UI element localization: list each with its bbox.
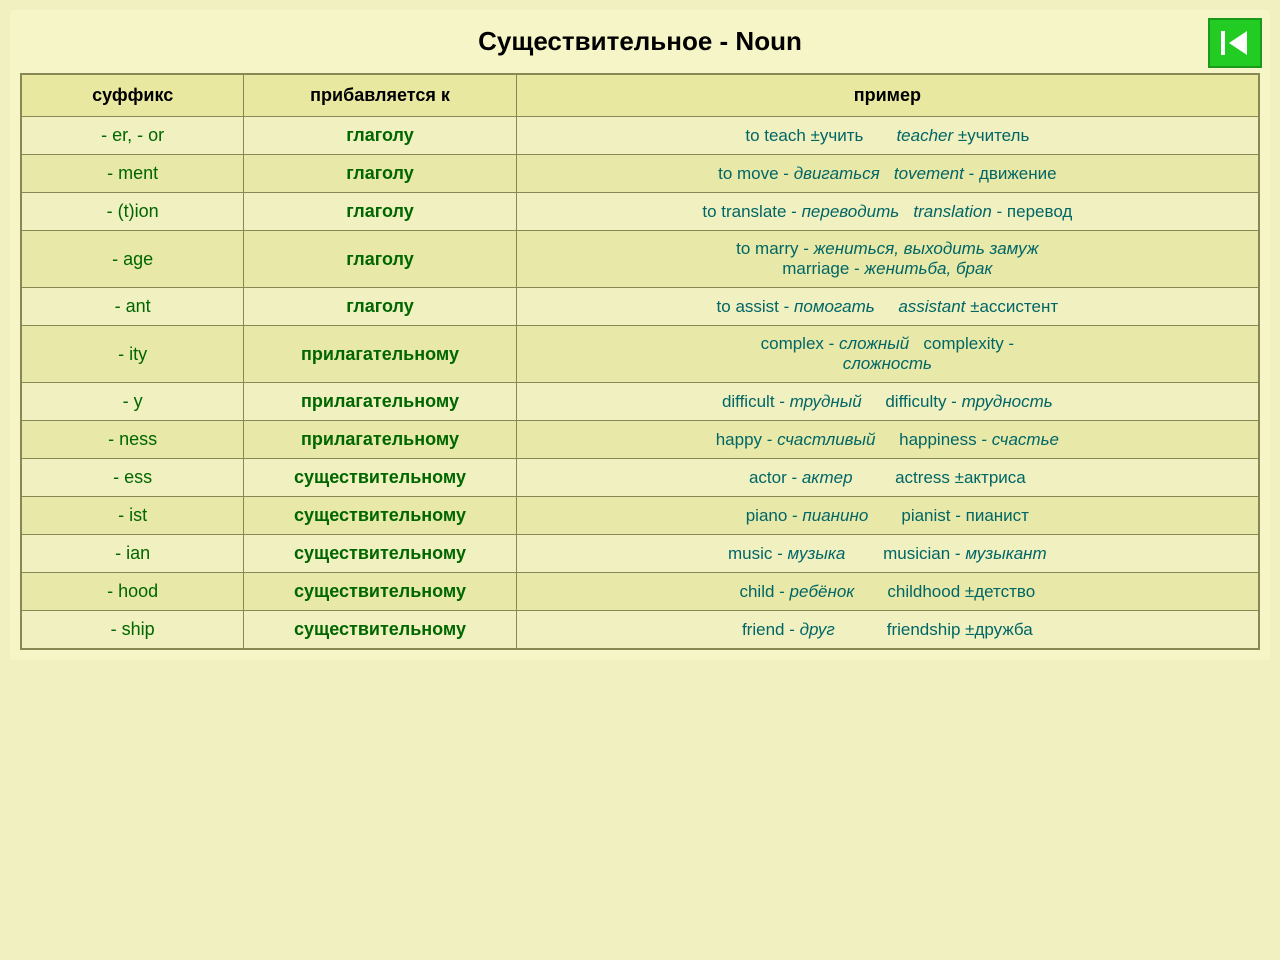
added-to-cell: глаголу [244,288,516,326]
table-row: - ianсуществительномуmusic - музыка musi… [21,535,1259,573]
page-wrapper: Существительное - Noun суффикс прибавляе… [10,10,1270,660]
example-cell: complex - сложный complexity -сложность [516,326,1259,383]
page-title: Существительное - Noun [20,20,1260,63]
suffix-cell: - ess [21,459,244,497]
example-cell: friend - друг friendship ±дружба [516,611,1259,650]
table-row: - nessприлагательномуhappy - счастливый … [21,421,1259,459]
suffix-cell: - ment [21,155,244,193]
example-cell: music - музыка musician - музыкант [516,535,1259,573]
example-cell: child - ребёнок childhood ±детство [516,573,1259,611]
table-row: - antглаголуto assist - помогать assista… [21,288,1259,326]
header-suffix: суффикс [21,74,244,117]
added-to-cell: прилагательному [244,383,516,421]
added-to-cell: глаголу [244,231,516,288]
added-to-cell: существительному [244,611,516,650]
suffix-cell: - ist [21,497,244,535]
example-cell: to marry - жениться, выходить замужmarri… [516,231,1259,288]
suffix-cell: - hood [21,573,244,611]
added-to-cell: глаголу [244,193,516,231]
header-example: пример [516,74,1259,117]
table-row: - er, - orглаголуto teach ±учить teacher… [21,117,1259,155]
table-row: - hoodсуществительномуchild - ребёнок ch… [21,573,1259,611]
back-icon[interactable] [1208,18,1262,68]
example-cell: actor - актер actress ±актриса [516,459,1259,497]
added-to-cell: прилагательному [244,421,516,459]
example-cell: to move - двигаться tovement - движение [516,155,1259,193]
example-cell: to teach ±учить teacher ±учитель [516,117,1259,155]
table-row: - shipсуществительномуfriend - друг frie… [21,611,1259,650]
suffix-cell: - ness [21,421,244,459]
table-row: - (t)ionглаголуto translate - переводить… [21,193,1259,231]
table-row: - yприлагательномуdifficult - трудный di… [21,383,1259,421]
suffix-cell: - (t)ion [21,193,244,231]
suffix-cell: - er, - or [21,117,244,155]
added-to-cell: существительному [244,459,516,497]
example-cell: happy - счастливый happiness - счастье [516,421,1259,459]
suffix-cell: - ian [21,535,244,573]
suffix-cell: - y [21,383,244,421]
added-to-cell: существительному [244,573,516,611]
suffix-cell: - ship [21,611,244,650]
added-to-cell: глаголу [244,155,516,193]
header-added-to: прибавляется к [244,74,516,117]
table-row: - essсуществительномуactor - актер actre… [21,459,1259,497]
table-row: - ageглаголуto marry - жениться, выходит… [21,231,1259,288]
suffix-cell: - ity [21,326,244,383]
suffix-cell: - age [21,231,244,288]
table-row: - istсуществительномуpiano - пианино pia… [21,497,1259,535]
example-cell: to assist - помогать assistant ±ассистен… [516,288,1259,326]
suffix-cell: - ant [21,288,244,326]
added-to-cell: глаголу [244,117,516,155]
example-cell: piano - пианино pianist - пианист [516,497,1259,535]
example-cell: to translate - переводить translation - … [516,193,1259,231]
table-row: - ityприлагательномуcomplex - сложный co… [21,326,1259,383]
added-to-cell: существительному [244,535,516,573]
noun-suffixes-table: суффикс прибавляется к пример - er, - or… [20,73,1260,650]
added-to-cell: существительному [244,497,516,535]
table-row: - mentглаголуto move - двигаться tovemen… [21,155,1259,193]
example-cell: difficult - трудный difficulty - труднос… [516,383,1259,421]
added-to-cell: прилагательному [244,326,516,383]
